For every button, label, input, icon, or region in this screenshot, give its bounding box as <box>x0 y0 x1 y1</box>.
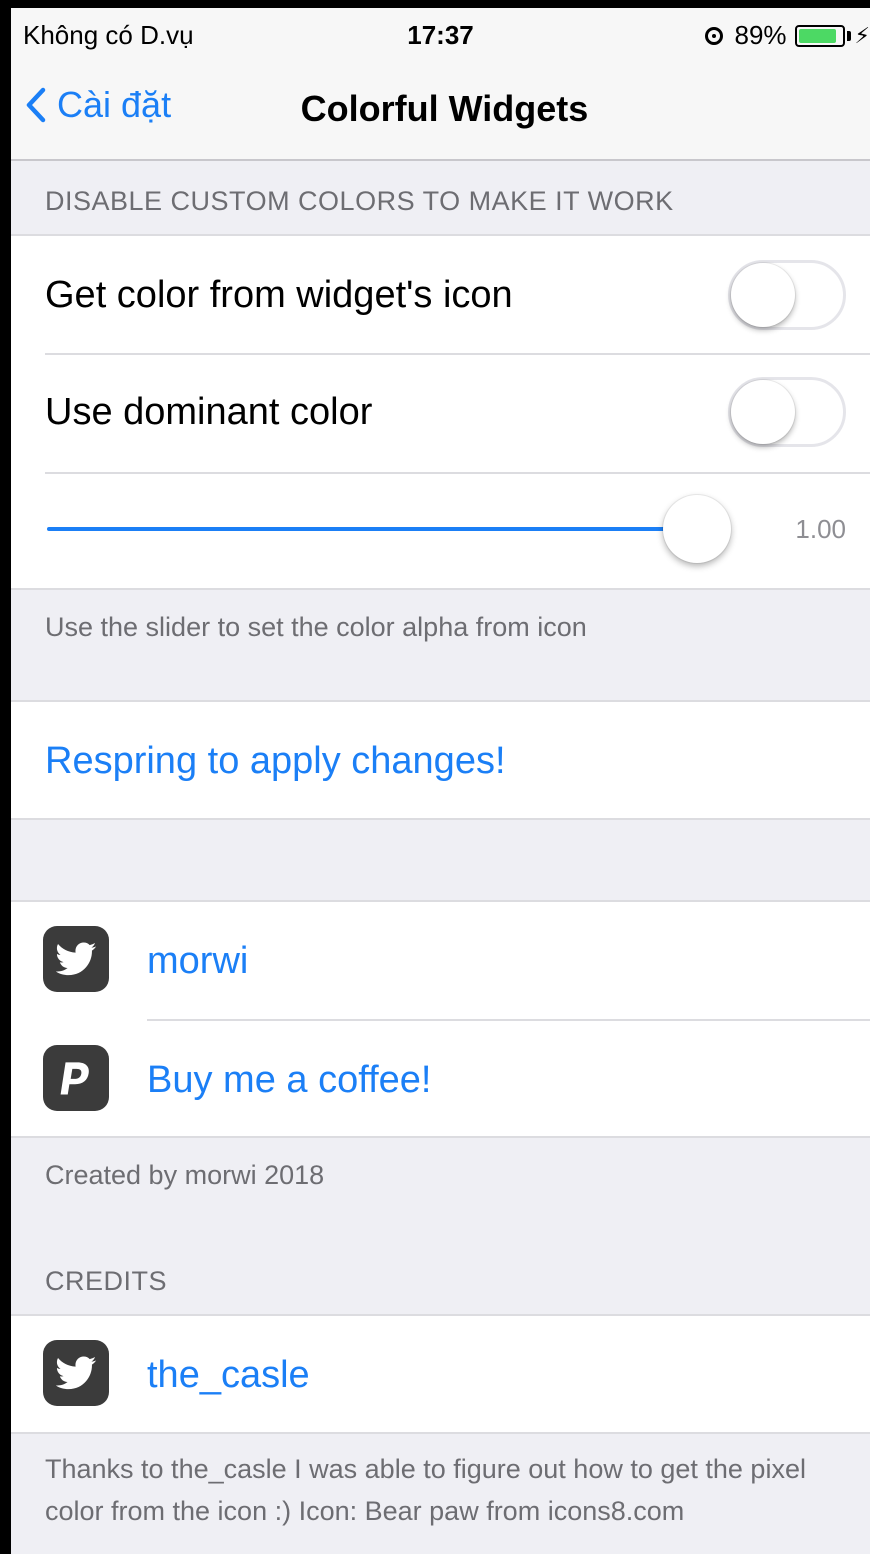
paypal-icon <box>43 1045 109 1111</box>
settings-group-links: morwi Buy me a coffee! <box>11 900 870 1138</box>
section-header-credits: CREDITS <box>45 1266 168 1296</box>
twitter-link-the-casle[interactable]: the_casle <box>147 1354 310 1397</box>
status-bar: Không có D.vụ 17:37 89% ⚡ <box>11 8 870 60</box>
settings-group-respring: Respring to apply changes! <box>11 700 870 820</box>
row-label-dominant-color: Use dominant color <box>45 391 373 433</box>
dominant-color-toggle[interactable] <box>728 377 846 447</box>
twitter-icon <box>43 926 109 992</box>
row-icon-color: Get color from widget's icon <box>11 236 870 354</box>
respring-button[interactable]: Respring to apply changes! <box>45 740 506 783</box>
alpha-slider-thumb[interactable] <box>663 495 731 563</box>
battery-fill <box>798 28 836 43</box>
alpha-slider-track[interactable] <box>47 527 697 531</box>
row-twitter-morwi[interactable]: morwi <box>11 902 870 1020</box>
charging-icon: ⚡ <box>854 22 870 48</box>
status-right: 89% ⚡ <box>704 20 870 51</box>
section-footer-created-by: Created by morwi 2018 <box>45 1160 325 1190</box>
icon-color-toggle[interactable] <box>728 260 846 330</box>
alpha-slider-value: 1.00 <box>795 514 846 544</box>
toggle-knob <box>731 263 795 327</box>
screen: Không có D.vụ 17:37 89% ⚡ Cài đặt Colorf… <box>11 8 870 1554</box>
row-dominant-color: Use dominant color <box>11 355 870 473</box>
section-header-custom-colors: DISABLE CUSTOM COLORS TO MAKE IT WORK <box>45 186 674 216</box>
twitter-icon <box>43 1340 109 1406</box>
settings-group-credits: the_casle <box>11 1314 870 1434</box>
battery-percent: 89% <box>734 20 787 50</box>
device-frame-left <box>0 0 11 1554</box>
toggle-knob <box>731 380 795 444</box>
section-footer-slider-hint: Use the slider to set the color alpha fr… <box>45 612 587 642</box>
page-title: Colorful Widgets <box>300 88 589 129</box>
row-paypal[interactable]: Buy me a coffee! <box>11 1021 870 1138</box>
navigation-bar: Cài đặt Colorful Widgets <box>11 60 870 161</box>
row-twitter-the-casle[interactable]: the_casle <box>11 1316 870 1434</box>
battery-cap <box>846 30 851 41</box>
twitter-link-morwi[interactable]: morwi <box>147 940 248 983</box>
device-frame-top <box>0 0 870 8</box>
rotation-lock-icon <box>704 26 723 45</box>
battery-icon <box>794 24 845 47</box>
settings-group-colors: Get color from widget's icon Use dominan… <box>11 234 870 590</box>
row-alpha-slider: 1.00 <box>11 474 870 590</box>
row-label-icon-color: Get color from widget's icon <box>45 274 513 316</box>
section-footer-credits: Thanks to the_casle I was able to figure… <box>45 1454 806 1526</box>
paypal-link[interactable]: Buy me a coffee! <box>147 1059 431 1102</box>
